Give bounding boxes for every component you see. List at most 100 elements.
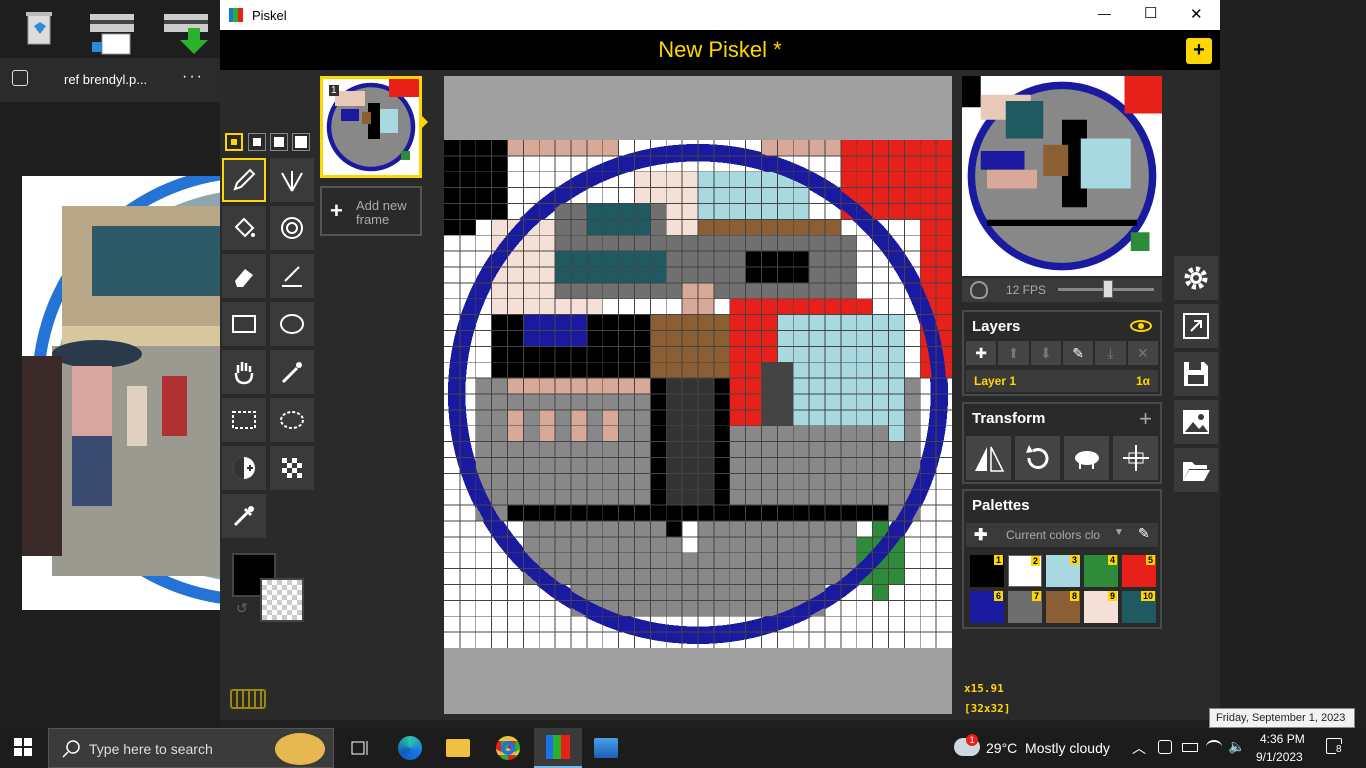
stroke-tool[interactable] [270,254,314,298]
rotate-button[interactable] [1015,436,1060,480]
volume-icon[interactable]: 🔈 [1228,738,1245,755]
search-box[interactable]: Type here to search [48,728,334,768]
chevron-down-icon[interactable]: ▼ [1114,527,1124,538]
layer-row[interactable]: Layer 1 1α [966,370,1158,392]
dithering-tool[interactable] [270,446,314,490]
recycle-bin-icon[interactable] [10,4,66,58]
palette-swatch[interactable]: 8 [1046,591,1080,623]
scan-download-icon[interactable] [158,4,214,58]
fps-slider-handle[interactable] [1103,280,1113,298]
circle-tool[interactable] [270,302,314,346]
palette-swatch[interactable]: 9 [1084,591,1118,623]
eyedropper-icon [233,506,254,527]
secondary-color[interactable] [260,578,304,622]
palette-swatch[interactable]: 3 [1046,555,1080,587]
swap-colors-icon[interactable]: ↺ [236,600,248,617]
minimize-button[interactable]: — [1098,6,1111,21]
piskel-title[interactable]: New Piskel * [658,37,781,62]
photos-app[interactable] [588,733,624,763]
swatch-number: 2 [1030,556,1040,566]
new-piskel-button[interactable]: + [1186,38,1212,64]
palette-swatch[interactable]: 4 [1084,555,1118,587]
layer-opacity[interactable]: 1α [1136,374,1150,388]
more-options-button[interactable]: ··· [182,68,204,86]
center-button[interactable] [1113,436,1158,480]
save-button[interactable] [1174,352,1218,396]
fps-slider[interactable] [1058,280,1154,298]
merge-layer-button[interactable]: ⤓ [1095,341,1126,365]
swatch-number: 5 [1145,555,1155,565]
settings-button[interactable] [1174,256,1218,300]
paint-same-color-tool[interactable] [270,206,314,250]
battery-icon[interactable] [1182,743,1198,752]
add-new-frame-button[interactable]: + Add new frame [320,186,422,236]
drawing-canvas-area[interactable] [444,76,952,714]
paint-bucket-tool[interactable] [222,206,266,250]
swatch-number: 8 [1069,591,1079,601]
flip-horizontal-button[interactable] [966,436,1011,480]
export-button[interactable] [1174,400,1218,444]
layers-panel: Layers ✚ ⬆ ⬇ ✎ ⤓ ✕ Layer 1 1α [962,310,1162,396]
image-icon [1183,410,1209,434]
palette-swatch[interactable]: 5 [1122,555,1156,587]
photos-app-icon[interactable] [12,70,28,86]
palette-swatch[interactable]: 2 [1008,555,1042,587]
delete-layer-button[interactable]: ✕ [1127,341,1158,365]
palette-swatch[interactable]: 7 [1008,591,1042,623]
clone-button[interactable] [1064,436,1109,480]
eye-icon[interactable] [1130,320,1152,332]
palette-select[interactable]: Current colors clo [1006,528,1106,542]
keyboard-shortcuts-icon[interactable] [230,689,266,709]
move-layer-down-button[interactable]: ⬇ [1030,341,1061,365]
palette-swatch[interactable]: 10 [1122,591,1156,623]
pen-size-2[interactable] [248,133,266,151]
file-explorer-app[interactable] [440,733,476,763]
magic-wand-tool[interactable] [270,350,314,394]
eraser-tool[interactable] [222,254,266,298]
lasso-select-tool[interactable] [270,398,314,442]
edge-app[interactable] [392,733,428,763]
maximize-button[interactable]: ☐ [1144,4,1157,22]
palette-swatch[interactable]: 6 [970,591,1004,623]
piskel-app[interactable] [534,728,582,768]
mirror-pen-tool[interactable] [270,158,314,202]
pen-size-3[interactable] [270,133,288,151]
chrome-app[interactable] [490,733,526,763]
scanner-icon[interactable] [84,4,140,58]
animation-preview [962,76,1162,276]
notification-button[interactable]: 8 [1324,738,1346,758]
resize-button[interactable] [1174,304,1218,348]
add-layer-button[interactable]: ✚ [966,341,997,365]
rectangle-tool[interactable] [222,302,266,346]
chevron-up-icon[interactable]: ︿ [1132,738,1146,758]
move-layer-up-button[interactable]: ⬆ [998,341,1029,365]
chrome-icon [496,736,520,760]
task-view-button[interactable] [342,733,378,763]
frame-1-thumbnail[interactable]: 1 [320,76,422,178]
lighten-tool[interactable] [222,446,266,490]
move-tool[interactable] [222,350,266,394]
edit-layer-button[interactable]: ✎ [1062,341,1094,365]
wifi-icon[interactable] [1206,740,1222,754]
transform-add-icon[interactable]: + [1139,406,1152,432]
pixel-canvas[interactable] [444,140,952,648]
pen-size-4[interactable] [292,133,310,151]
pen-tool[interactable] [222,158,266,202]
add-palette-button[interactable]: ✚ [974,525,987,545]
rotate-icon [1025,445,1048,469]
start-button[interactable] [8,738,38,758]
palette-swatch[interactable]: 1 [970,555,1004,587]
weather-text[interactable]: 29°C Mostly cloudy [986,740,1110,756]
clock-time[interactable]: 4:36 PM [1260,732,1305,746]
hand-icon [234,362,254,385]
edit-palette-button[interactable]: ✎ [1138,525,1150,542]
color-picker-tool[interactable] [222,494,266,538]
import-button[interactable] [1174,448,1218,492]
close-button[interactable]: ✕ [1190,5,1203,23]
meet-now-icon[interactable] [1158,740,1172,754]
align-center-icon [1122,445,1149,471]
onion-skin-icon[interactable] [970,281,988,299]
rectangle-select-tool[interactable] [222,398,266,442]
pen-size-1[interactable] [225,133,243,151]
clock-date[interactable]: 9/1/2023 [1256,750,1303,764]
